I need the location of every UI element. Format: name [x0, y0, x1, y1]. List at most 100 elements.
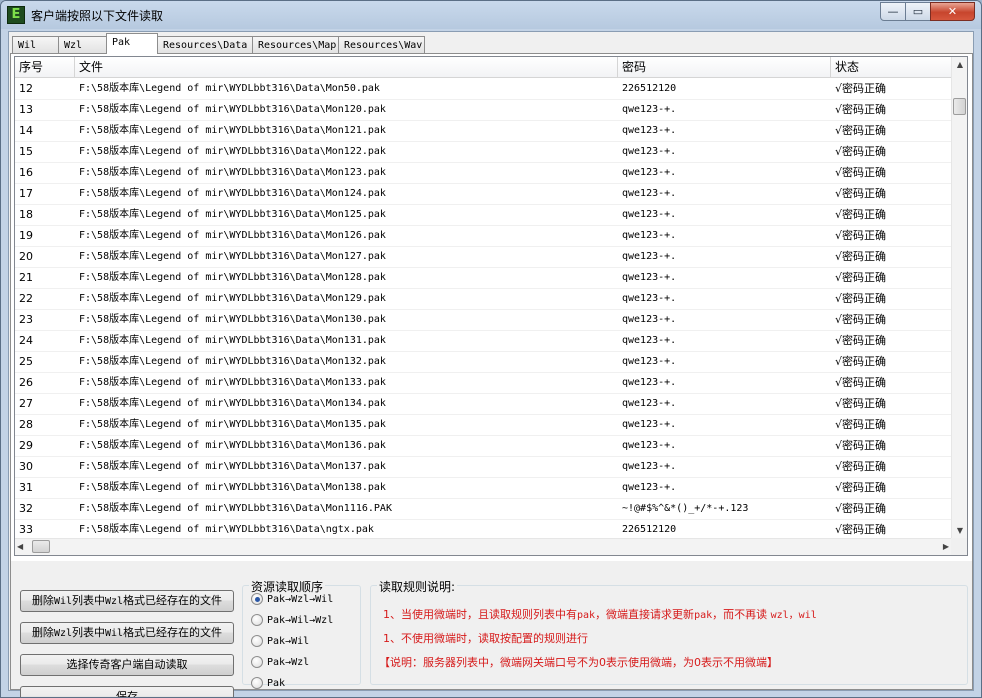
title-bar[interactable]: E 客户端按照以下文件读取 — ▭ ✕ [1, 1, 981, 29]
cell-password: qwe123-+. [622, 461, 677, 472]
scroll-left-icon[interactable]: ◀ [17, 539, 23, 555]
cell-status: √密码正确 [835, 187, 887, 200]
radio-icon[interactable] [251, 614, 263, 626]
delete-wil-label-5: 格式已经存在的文件 [123, 594, 223, 607]
scroll-up-icon[interactable]: ▲ [952, 57, 967, 73]
table-row[interactable]: 18 F:\58版本库\Legend of mir\WYDLbbt316\Data… [15, 205, 953, 226]
auto-read-client-button[interactable]: 选择传奇客户端自动读取 [20, 654, 234, 676]
tab-wzl[interactable]: Wzl [58, 36, 107, 54]
cell-no: 32 [19, 502, 33, 515]
cell-no: 17 [19, 187, 33, 200]
table-row[interactable]: 15 F:\58版本库\Legend of mir\WYDLbbt316\Data… [15, 142, 953, 163]
delete-wzl-label-1: 删除 [31, 626, 54, 639]
delete-wzl-label-5: 格式已经存在的文件 [123, 626, 223, 639]
table-row[interactable]: 19 F:\58版本库\Legend of mir\WYDLbbt316\Data… [15, 226, 953, 247]
file-list[interactable]: 序号 文件 密码 状态 12 F:\58版本库\Legend of mir\WYD… [14, 56, 968, 556]
cell-no: 13 [19, 103, 33, 116]
delete-wil-existing-button[interactable]: 删除Wil列表中Wzl格式已经存在的文件 [20, 590, 234, 612]
window-title: 客户端按照以下文件读取 [31, 9, 164, 23]
column-header-password[interactable]: 密码 [618, 57, 831, 78]
radio-pak-wzl-wil[interactable]: Pak→Wzl→Wil [251, 591, 333, 607]
table-row[interactable]: 13 F:\58版本库\Legend of mir\WYDLbbt316\Data… [15, 100, 953, 121]
cell-file: F:\58版本库\Legend of mir\WYDLbbt316\Data\M… [79, 104, 386, 115]
cell-status: √密码正确 [835, 103, 887, 116]
rule-line-2: 1、不使用微端时，读取按配置的规则进行 [383, 632, 588, 645]
cell-no: 15 [19, 145, 33, 158]
tab-pak[interactable]: Pak [106, 33, 158, 54]
delete-wzl-existing-button[interactable]: 删除Wzl列表中Wil格式已经存在的文件 [20, 622, 234, 644]
rule-line-1-a: 1、当使用微端时，且读取规则列表中有 [383, 608, 577, 621]
radio-checked-icon[interactable] [251, 593, 263, 605]
cell-file: F:\58版本库\Legend of mir\WYDLbbt316\Data\M… [79, 503, 392, 514]
table-row[interactable]: 24 F:\58版本库\Legend of mir\WYDLbbt316\Data… [15, 331, 953, 352]
column-header-file[interactable]: 文件 [75, 57, 618, 78]
horizontal-scroll-thumb[interactable] [32, 540, 50, 553]
cell-file: F:\58版本库\Legend of mir\WYDLbbt316\Data\M… [79, 272, 386, 283]
rule-line-3: 【说明：服务器列表中，微端网关端口号不为0表示使用微端，为0表示不用微端】 [379, 656, 778, 669]
cell-status: √密码正确 [835, 418, 887, 431]
app-icon: E [7, 6, 25, 24]
table-row[interactable]: 16 F:\58版本库\Legend of mir\WYDLbbt316\Data… [15, 163, 953, 184]
radio-icon[interactable] [251, 656, 263, 668]
radio-icon[interactable] [251, 635, 263, 647]
cell-file: F:\58版本库\Legend of mir\WYDLbbt316\Data\M… [79, 146, 386, 157]
table-row[interactable]: 26 F:\58版本库\Legend of mir\WYDLbbt316\Data… [15, 373, 953, 394]
table-row[interactable]: 20 F:\58版本库\Legend of mir\WYDLbbt316\Data… [15, 247, 953, 268]
column-header-no[interactable]: 序号 [15, 57, 75, 78]
cell-file: F:\58版本库\Legend of mir\WYDLbbt316\Data\n… [79, 524, 374, 535]
cell-no: 27 [19, 397, 33, 410]
cell-file: F:\58版本库\Legend of mir\WYDLbbt316\Data\M… [79, 335, 386, 346]
table-row[interactable]: 25 F:\58版本库\Legend of mir\WYDLbbt316\Data… [15, 352, 953, 373]
table-row[interactable]: 28 F:\58版本库\Legend of mir\WYDLbbt316\Data… [15, 415, 953, 436]
table-row[interactable]: 21 F:\58版本库\Legend of mir\WYDLbbt316\Data… [15, 268, 953, 289]
radio-icon[interactable] [251, 677, 263, 689]
table-row[interactable]: 32 F:\58版本库\Legend of mir\WYDLbbt316\Data… [15, 499, 953, 520]
cell-status: √密码正确 [835, 229, 887, 242]
table-row[interactable]: 22 F:\58版本库\Legend of mir\WYDLbbt316\Data… [15, 289, 953, 310]
close-button[interactable]: ✕ [930, 2, 975, 21]
table-row[interactable]: 14 F:\58版本库\Legend of mir\WYDLbbt316\Data… [15, 121, 953, 142]
tab-resources-data[interactable]: Resources\Data [157, 36, 253, 54]
table-row[interactable]: 27 F:\58版本库\Legend of mir\WYDLbbt316\Data… [15, 394, 953, 415]
table-row[interactable]: 17 F:\58版本库\Legend of mir\WYDLbbt316\Data… [15, 184, 953, 205]
table-row[interactable]: 12 F:\58版本库\Legend of mir\WYDLbbt316\Data… [15, 79, 953, 100]
maximize-button[interactable]: ▭ [905, 2, 931, 21]
scroll-right-icon[interactable]: ▶ [943, 539, 949, 555]
cell-status: √密码正确 [835, 292, 887, 305]
table-row[interactable]: 30 F:\58版本库\Legend of mir\WYDLbbt316\Data… [15, 457, 953, 478]
table-row[interactable]: 23 F:\58版本库\Legend of mir\WYDLbbt316\Data… [15, 310, 953, 331]
table-row[interactable]: 29 F:\58版本库\Legend of mir\WYDLbbt316\Data… [15, 436, 953, 457]
cell-status: √密码正确 [835, 145, 887, 158]
cell-password: 226512120 [622, 524, 677, 535]
vertical-scrollbar[interactable]: ▲ ▼ [951, 57, 967, 539]
radio-pak-wzl[interactable]: Pak→Wzl [251, 654, 309, 670]
cell-password: qwe123-+. [622, 419, 677, 430]
radio-pak[interactable]: Pak [251, 675, 285, 691]
tab-wil[interactable]: Wil [12, 36, 59, 54]
cell-file: F:\58版本库\Legend of mir\WYDLbbt316\Data\M… [79, 209, 386, 220]
read-rules-title: 读取规则说明: [377, 578, 458, 595]
column-header-status[interactable]: 状态 [831, 57, 953, 78]
radio-label: Pak→Wil→Wzl [267, 614, 334, 626]
radio-pak-wil[interactable]: Pak→Wil [251, 633, 309, 649]
minimize-button[interactable]: — [880, 2, 906, 21]
cell-no: 18 [19, 208, 33, 221]
horizontal-scrollbar[interactable]: ◀ ▶ [15, 538, 951, 555]
main-window: E 客户端按照以下文件读取 — ▭ ✕ Wil Wzl Pak Resource… [0, 0, 982, 698]
table-row[interactable]: 31 F:\58版本库\Legend of mir\WYDLbbt316\Data… [15, 478, 953, 499]
cell-password: qwe123-+. [622, 167, 677, 178]
tab-resources-map[interactable]: Resources\Map [252, 36, 339, 54]
cell-status: √密码正确 [835, 313, 887, 326]
delete-wzl-label-2: Wzl [53, 628, 72, 639]
save-button[interactable]: 保存 [20, 686, 234, 697]
tab-strip: Wil Wzl Pak Resources\Data Resources\Map… [12, 33, 425, 54]
scroll-down-icon[interactable]: ▼ [952, 523, 967, 539]
vertical-scroll-thumb[interactable] [953, 98, 966, 115]
cell-no: 21 [19, 271, 33, 284]
list-header: 序号 文件 密码 状态 [15, 57, 953, 78]
cell-status: √密码正确 [835, 355, 887, 368]
cell-status: √密码正确 [835, 124, 887, 137]
radio-pak-wil-wzl[interactable]: Pak→Wil→Wzl [251, 612, 333, 628]
tab-resources-wav[interactable]: Resources\Wav [338, 36, 425, 54]
cell-password: qwe123-+. [622, 482, 677, 493]
